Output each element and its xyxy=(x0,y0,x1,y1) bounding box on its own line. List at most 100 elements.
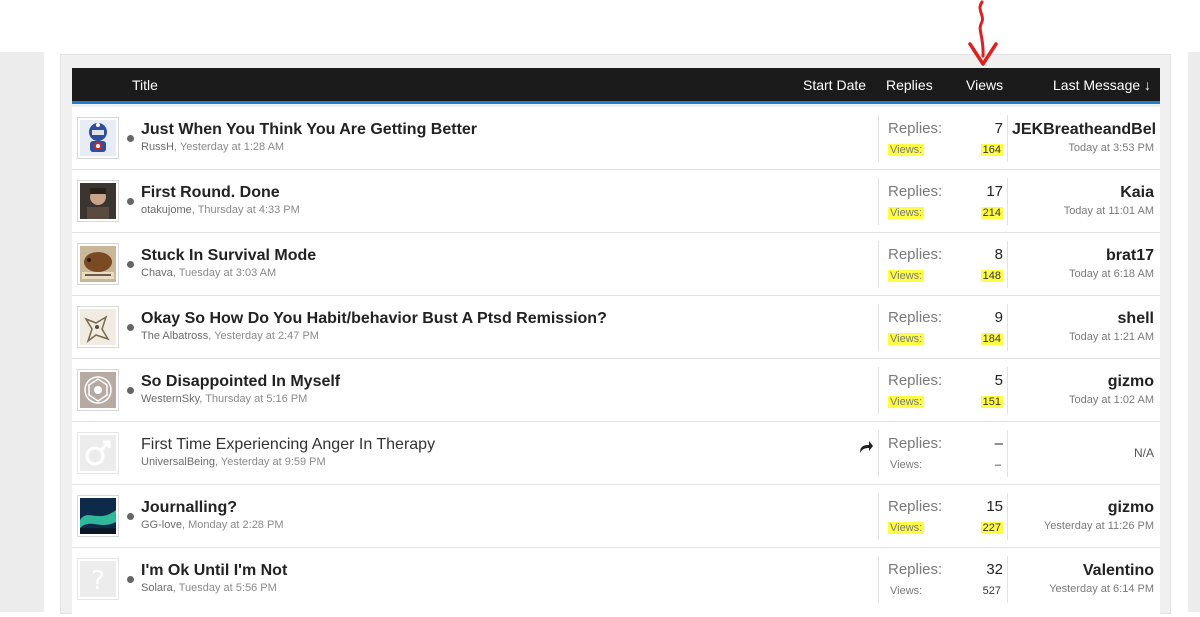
replies-label: Replies: xyxy=(888,372,943,389)
annotation-arrow-icon xyxy=(968,0,998,66)
thread-stats: Replies: – Views: – xyxy=(878,430,1008,477)
thread-status-dot xyxy=(127,198,134,205)
last-message-date-link[interactable]: Today at 1:02 AM xyxy=(1012,394,1154,406)
bird-sketch-avatar-icon[interactable] xyxy=(77,306,119,348)
thread-author-link[interactable]: WesternSky xyxy=(141,393,199,405)
last-message-user-link[interactable]: Valentino xyxy=(1012,562,1154,580)
thread-title-link[interactable]: First Round. Done xyxy=(141,184,280,202)
thread-author-link[interactable]: UniversalBeing xyxy=(141,456,215,468)
animal-photo-avatar-icon[interactable] xyxy=(77,243,119,285)
thread-title-link[interactable]: First Time Experiencing Anger In Therapy xyxy=(141,436,435,454)
thread-meta: The Albatross, Yesterday at 2:47 PM xyxy=(141,330,319,342)
thread-author-link[interactable]: otakujome xyxy=(141,204,192,216)
column-replies[interactable]: Replies xyxy=(886,77,933,93)
left-gutter xyxy=(0,52,44,612)
thread-title-link[interactable]: Okay So How Do You Habit/behavior Bust A… xyxy=(141,310,607,328)
last-message-user-link[interactable]: Kaia xyxy=(1012,184,1154,202)
thread-start-date[interactable]: Tuesday at 5:56 PM xyxy=(179,582,277,594)
last-message-user-link[interactable]: gizmo xyxy=(1012,499,1154,517)
thread-stats: Replies: 15 Views: 227 xyxy=(878,493,1008,540)
replies-count: 32 xyxy=(986,561,1003,578)
views-count: 227 xyxy=(980,522,1003,534)
thread-status-dot xyxy=(127,576,134,583)
column-last-message[interactable]: Last Message ↓ xyxy=(1053,77,1151,93)
column-title[interactable]: Title xyxy=(132,77,158,93)
thread-author-link[interactable]: The Albatross xyxy=(141,330,208,342)
superhero-figure-avatar-icon[interactable] xyxy=(77,117,119,159)
thread-list-header: Title Start Date Replies Views Last Mess… xyxy=(72,68,1160,104)
thread-row[interactable]: First Round. Done otakujome, Thursday at… xyxy=(72,170,1160,233)
thread-author-link[interactable]: Solara xyxy=(141,582,173,594)
thread-meta: UniversalBeing, Yesterday at 9:59 PM xyxy=(141,456,326,468)
thread-title-link[interactable]: Just When You Think You Are Getting Bett… xyxy=(141,121,477,139)
thread-row[interactable]: Journalling? GG-love, Monday at 2:28 PM … xyxy=(72,485,1160,548)
thread-start-date[interactable]: Thursday at 5:16 PM xyxy=(205,393,307,405)
last-message-date-link[interactable]: Yesterday at 6:14 PM xyxy=(1012,583,1154,595)
thread-title-link[interactable]: Journalling? xyxy=(141,499,237,517)
thread-title-link[interactable]: I'm Ok Until I'm Not xyxy=(141,562,287,580)
thread-start-date[interactable]: Tuesday at 3:03 AM xyxy=(179,267,276,279)
last-message-user-link[interactable]: JEKBreatheandBel xyxy=(1012,121,1156,139)
thread-row[interactable]: First Time Experiencing Anger In Therapy… xyxy=(72,422,1160,485)
thread-stats: Replies: 8 Views: 148 xyxy=(878,241,1008,288)
last-message-user-link[interactable]: shell xyxy=(1012,310,1154,328)
thread-start-date[interactable]: Yesterday at 9:59 PM xyxy=(221,456,326,468)
thread-row[interactable]: ? I'm Ok Until I'm Not Solara, Tuesday a… xyxy=(72,548,1160,611)
views-label: Views: xyxy=(888,144,925,156)
replies-label: Replies: xyxy=(888,246,943,263)
last-message-date-link[interactable]: Today at 6:18 AM xyxy=(1012,268,1154,280)
thread-row[interactable]: Okay So How Do You Habit/behavior Bust A… xyxy=(72,296,1160,359)
thread-meta: GG-love, Monday at 2:28 PM xyxy=(141,519,284,531)
last-message-date-link[interactable]: Today at 1:21 AM xyxy=(1012,331,1154,343)
aurora-photo-avatar-icon[interactable] xyxy=(77,495,119,537)
unknown-default-avatar-icon[interactable]: ? xyxy=(77,558,119,600)
thread-title-link[interactable]: Stuck In Survival Mode xyxy=(141,247,316,265)
column-views[interactable]: Views xyxy=(966,77,1003,93)
thread-start-date[interactable]: Yesterday at 2:47 PM xyxy=(214,330,319,342)
thread-row[interactable]: So Disappointed In Myself WesternSky, Th… xyxy=(72,359,1160,422)
last-message: brat17 Today at 6:18 AM xyxy=(1012,247,1154,280)
person-photo-avatar-icon[interactable] xyxy=(77,180,119,222)
last-message-date-link[interactable]: Today at 3:53 PM xyxy=(1012,142,1154,154)
views-label: Views: xyxy=(890,585,923,597)
male-default-avatar-icon[interactable] xyxy=(77,432,119,474)
thread-stats: Replies: 32 Views: 527 xyxy=(878,556,1008,603)
last-message: gizmo Yesterday at 11:26 PM xyxy=(1012,499,1154,532)
replies-label: Replies: xyxy=(888,183,943,200)
thread-stats: Replies: 9 Views: 184 xyxy=(878,304,1008,351)
thread-row[interactable]: Stuck In Survival Mode Chava, Tuesday at… xyxy=(72,233,1160,296)
views-count: 527 xyxy=(982,585,1001,597)
thread-start-date[interactable]: Yesterday at 1:28 AM xyxy=(180,141,284,153)
views-count: – xyxy=(994,459,1001,471)
last-message-user-link[interactable]: brat17 xyxy=(1012,247,1154,265)
thread-start-date[interactable]: Monday at 2:28 PM xyxy=(188,519,283,531)
last-message-na: N/A xyxy=(1133,446,1154,460)
views-count: 214 xyxy=(980,207,1003,219)
thread-title-link[interactable]: So Disappointed In Myself xyxy=(141,373,340,391)
last-message-date-link[interactable]: Yesterday at 11:26 PM xyxy=(1012,520,1154,532)
column-start-date[interactable]: Start Date xyxy=(803,77,866,93)
mandala-avatar-icon[interactable] xyxy=(77,369,119,411)
right-gutter xyxy=(1188,52,1200,612)
thread-stats: Replies: 17 Views: 214 xyxy=(878,178,1008,225)
views-count: 148 xyxy=(980,270,1003,282)
thread-meta: otakujome, Thursday at 4:33 PM xyxy=(141,204,300,216)
thread-row[interactable]: Just When You Think You Are Getting Bett… xyxy=(72,107,1160,170)
thread-start-date[interactable]: Thursday at 4:33 PM xyxy=(198,204,300,216)
thread-author-link[interactable]: Chava xyxy=(141,267,173,279)
views-label: Views: xyxy=(888,396,925,408)
last-message: Valentino Yesterday at 6:14 PM xyxy=(1012,562,1154,595)
views-label: Views: xyxy=(888,207,925,219)
replies-count: 7 xyxy=(994,120,1003,137)
replies-label: Replies: xyxy=(888,309,943,326)
thread-meta: Solara, Tuesday at 5:56 PM xyxy=(141,582,277,594)
replies-count: 17 xyxy=(986,183,1003,200)
views-count: 184 xyxy=(980,333,1003,345)
thread-author-link[interactable]: RussH xyxy=(141,141,174,153)
thread-list: Just When You Think You Are Getting Bett… xyxy=(72,107,1160,617)
thread-meta: WesternSky, Thursday at 5:16 PM xyxy=(141,393,308,405)
last-message-date-link[interactable]: Today at 11:01 AM xyxy=(1012,205,1154,217)
thread-author-link[interactable]: GG-love xyxy=(141,519,182,531)
last-message-user-link[interactable]: gizmo xyxy=(1012,373,1154,391)
thread-meta: RussH, Yesterday at 1:28 AM xyxy=(141,141,285,153)
